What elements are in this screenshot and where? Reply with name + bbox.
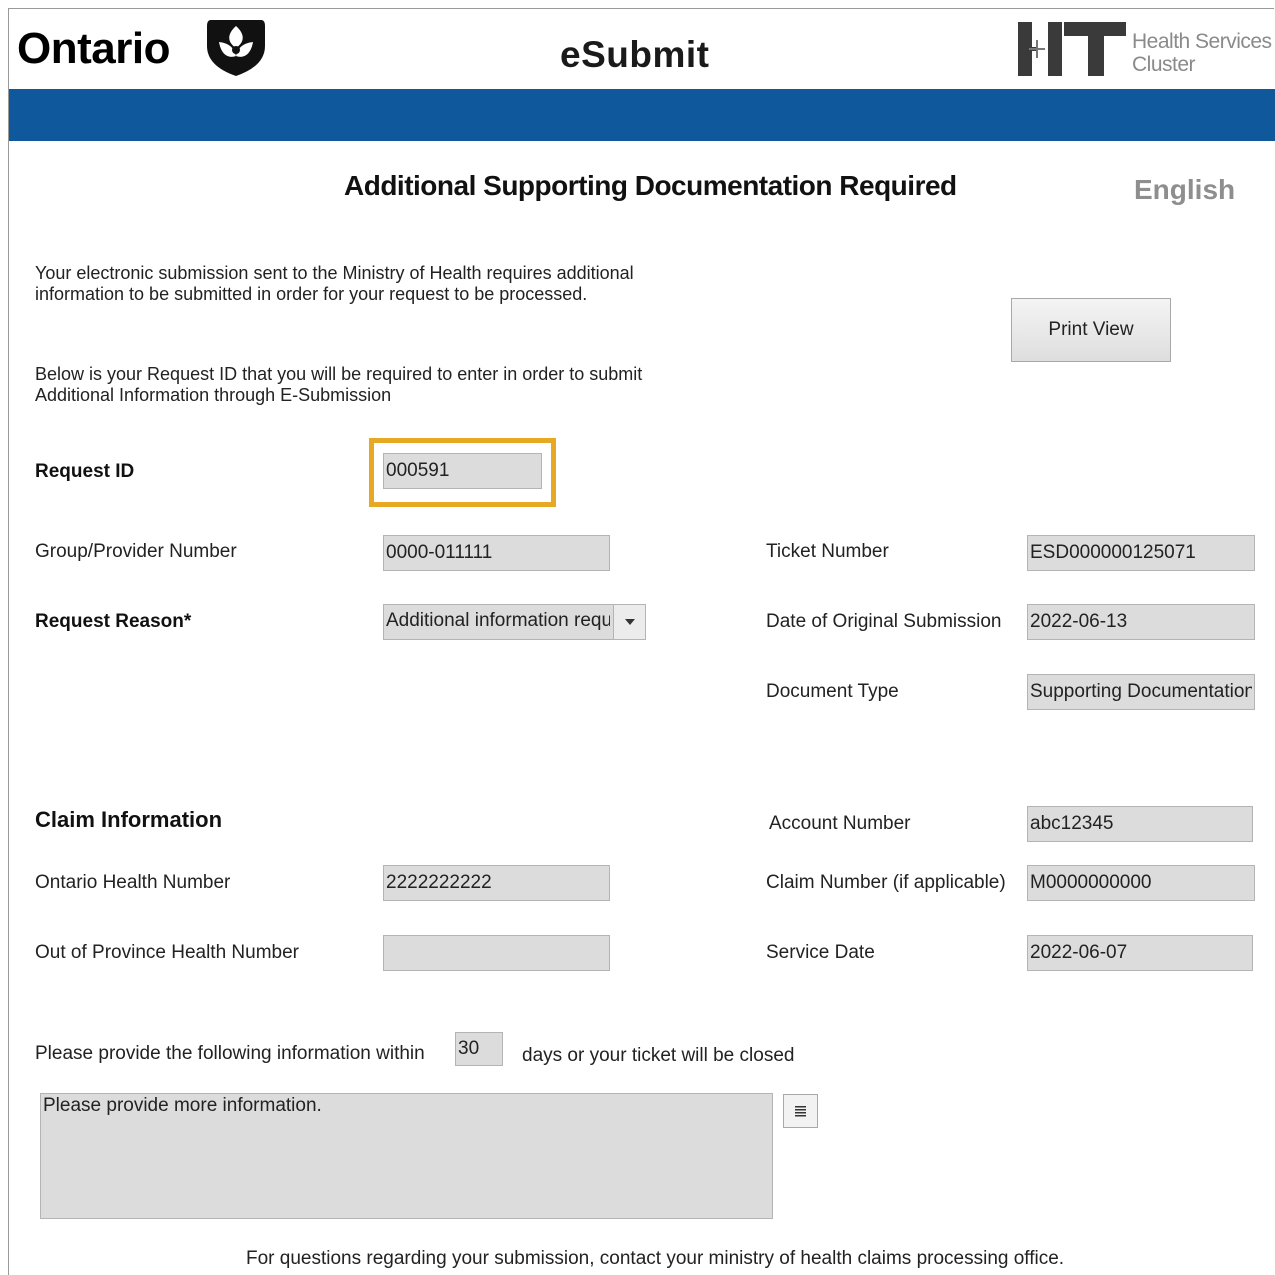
intro-line-2: information to be submitted in order for… bbox=[35, 284, 588, 304]
chevron-down-icon[interactable] bbox=[613, 605, 645, 639]
original-submission-date-label: Date of Original Submission bbox=[766, 611, 1002, 632]
request-id-instructions: Below is your Request ID that you will b… bbox=[35, 364, 685, 406]
footer-contact-text: For questions regarding your submission,… bbox=[246, 1248, 1065, 1269]
document-type-label: Document Type bbox=[766, 681, 899, 702]
app-title: eSubmit bbox=[560, 34, 710, 75]
ontario-health-number-field[interactable] bbox=[383, 865, 610, 901]
group-provider-field[interactable] bbox=[383, 535, 610, 571]
hit-logo-text-line1: Health Services bbox=[1132, 30, 1272, 53]
service-date-label: Service Date bbox=[766, 942, 875, 963]
request-reason-label: Request Reason* bbox=[35, 611, 192, 632]
request-id-label: Request ID bbox=[35, 461, 135, 482]
notes-button[interactable] bbox=[783, 1094, 818, 1128]
request-reason-value: Additional information requested bbox=[386, 610, 610, 631]
original-submission-date-field[interactable] bbox=[1027, 604, 1255, 640]
account-number-label: Account Number bbox=[769, 813, 911, 834]
hit-logo-text-line2: Cluster bbox=[1132, 53, 1196, 76]
page-title: Additional Supporting Documentation Requ… bbox=[344, 170, 957, 201]
language-link[interactable]: English bbox=[1134, 174, 1235, 206]
deadline-suffix-text: days or your ticket will be closed bbox=[522, 1045, 795, 1066]
request-reason-select[interactable]: Additional information requested bbox=[383, 604, 646, 640]
request-instructions-line-2: Additional Information through E-Submiss… bbox=[35, 385, 392, 405]
service-date-field[interactable] bbox=[1027, 935, 1253, 971]
claim-number-field[interactable] bbox=[1027, 865, 1255, 901]
ontario-health-number-label: Ontario Health Number bbox=[35, 872, 231, 893]
hit-logo-icon bbox=[1018, 22, 1126, 76]
request-id-field[interactable] bbox=[383, 453, 542, 489]
print-view-button[interactable]: Print View bbox=[1011, 298, 1171, 362]
hit-logo-text: Health Services Cluster bbox=[1132, 30, 1272, 76]
out-of-province-health-number-field[interactable] bbox=[383, 935, 610, 971]
account-number-field[interactable] bbox=[1027, 806, 1253, 842]
claim-information-heading: Claim Information bbox=[35, 807, 223, 832]
ontario-trillium-logo-icon bbox=[207, 20, 265, 76]
ticket-number-label: Ticket Number bbox=[766, 541, 889, 562]
ticket-number-field[interactable] bbox=[1027, 535, 1255, 571]
ontario-wordmark: Ontario bbox=[17, 24, 170, 73]
days-field[interactable] bbox=[455, 1032, 503, 1066]
additional-info-message[interactable]: Please provide more information. bbox=[40, 1093, 773, 1219]
out-of-province-health-number-label: Out of Province Health Number bbox=[35, 942, 300, 963]
document-type-field[interactable] bbox=[1027, 674, 1255, 710]
intro-line-1: Your electronic submission sent to the M… bbox=[35, 263, 634, 283]
request-instructions-line-1: Below is your Request ID that you will b… bbox=[35, 364, 643, 384]
brand-bar bbox=[9, 89, 1275, 141]
deadline-prefix-text: Please provide the following information… bbox=[35, 1043, 425, 1064]
group-provider-label: Group/Provider Number bbox=[35, 541, 237, 562]
list-icon bbox=[795, 1106, 806, 1117]
claim-number-label: Claim Number (if applicable) bbox=[766, 872, 1006, 893]
intro-text: Your electronic submission sent to the M… bbox=[35, 263, 685, 305]
